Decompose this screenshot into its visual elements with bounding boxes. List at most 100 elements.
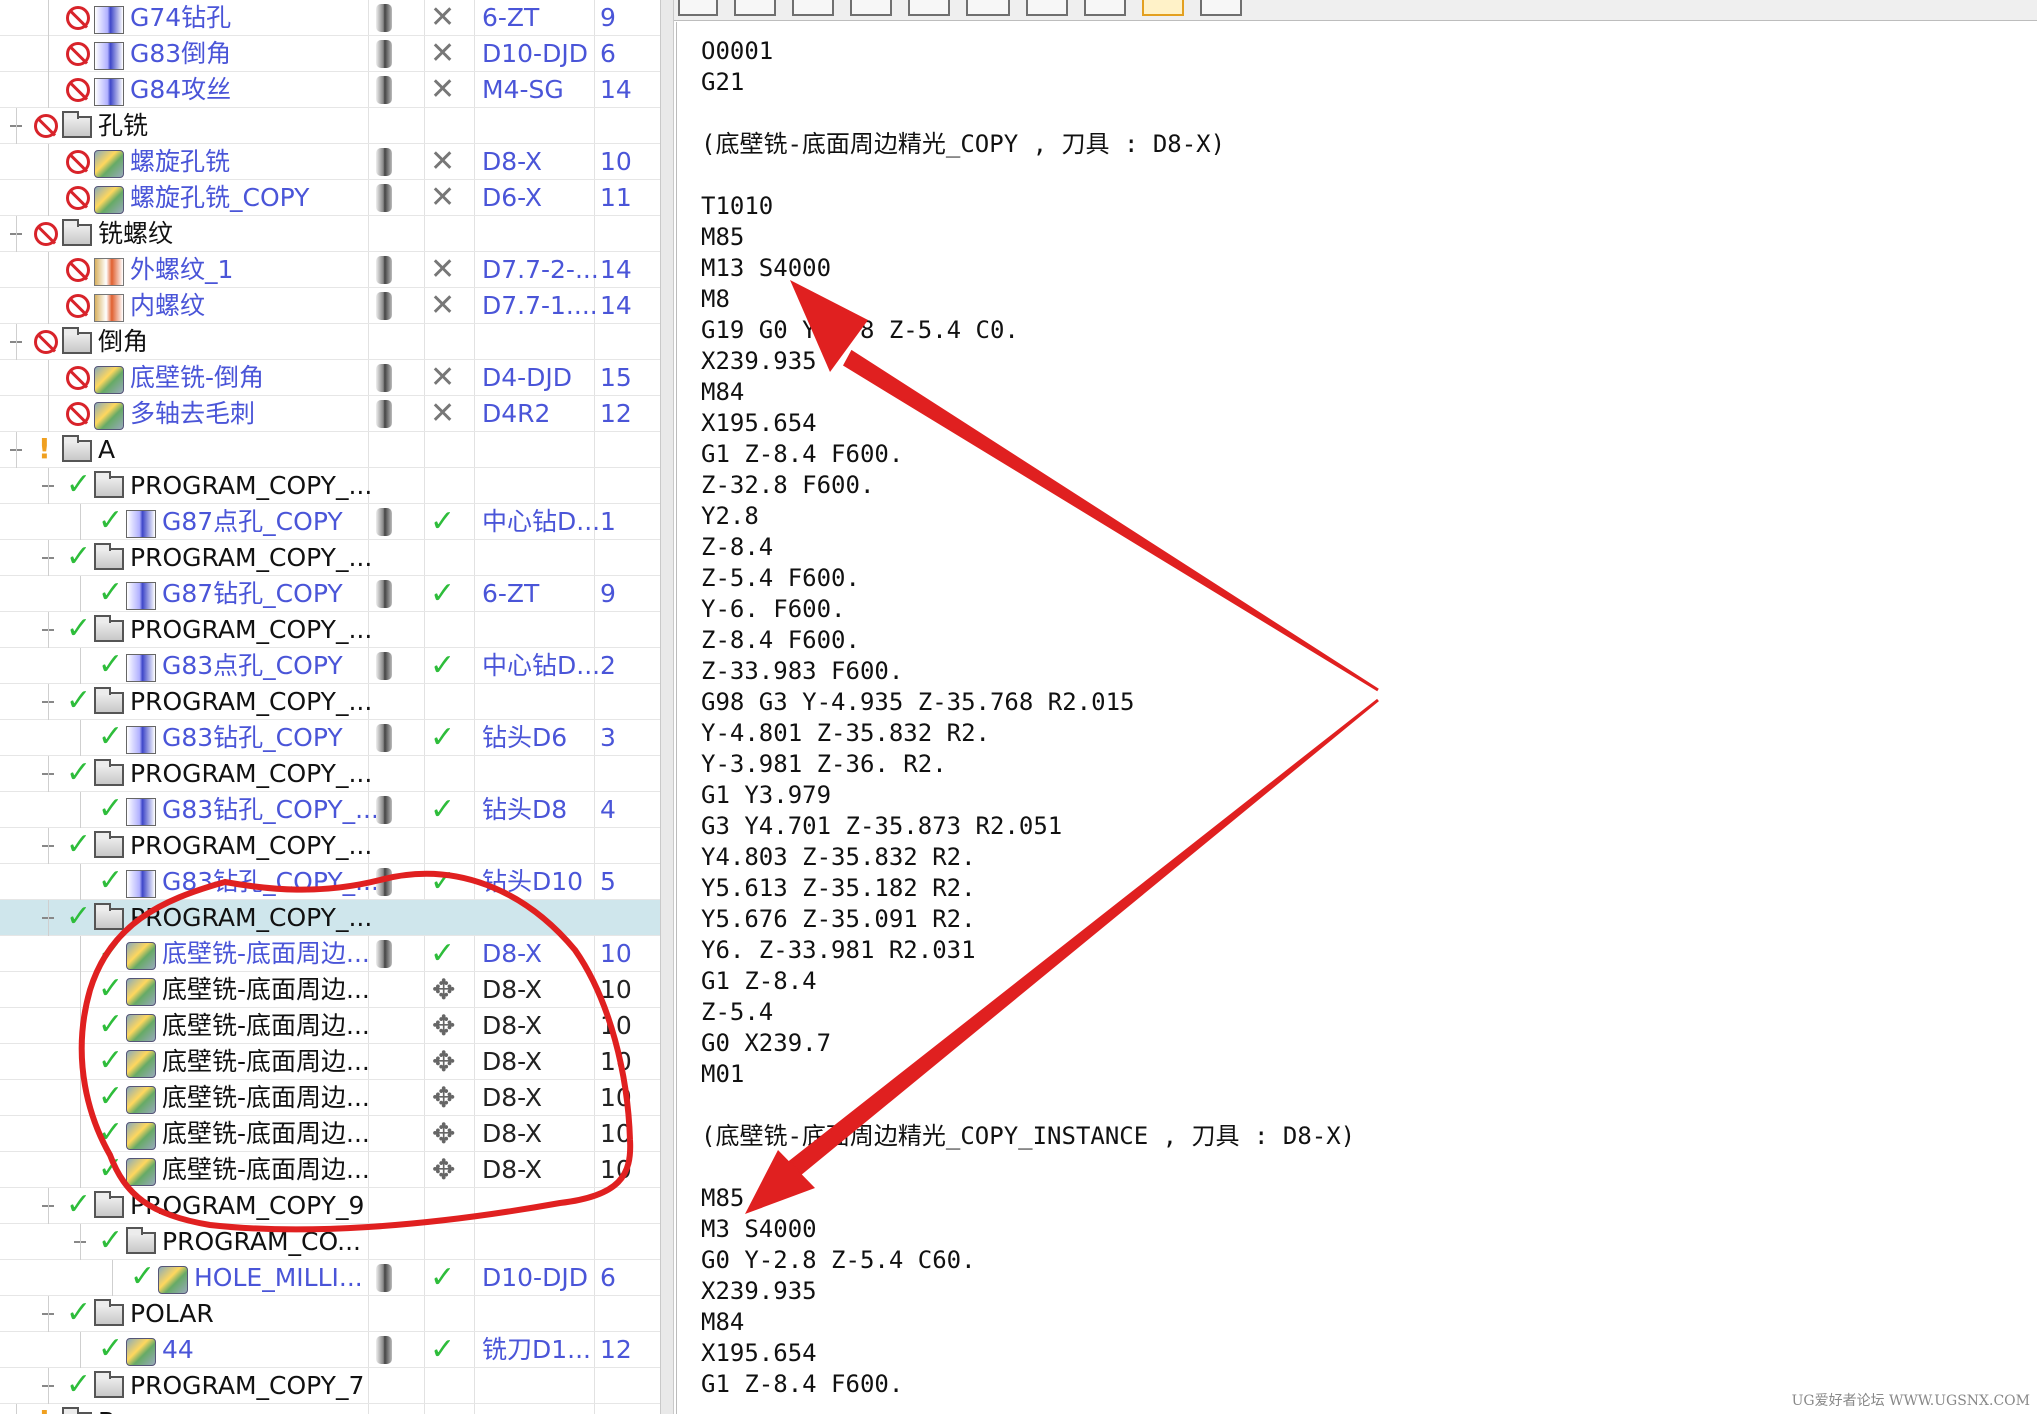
- add-icon[interactable]: [1200, 0, 1242, 16]
- tree-row-name[interactable]: PROGRAM_COPY_...: [130, 468, 372, 504]
- tree-row[interactable]: G74钻孔 ✕ 6-ZT 9: [0, 0, 660, 36]
- tree-row[interactable]: ✓ 底壁铣-底面周边... ✓ D8-X 10: [0, 936, 660, 972]
- tree-row-name[interactable]: 底壁铣-底面周边...: [162, 1080, 370, 1116]
- tree-row[interactable]: ✓ 底壁铣-底面周边... ✥ D8-X 10: [0, 1044, 660, 1080]
- tree-row[interactable]: ! A: [0, 432, 660, 468]
- tree-row-name[interactable]: 底壁铣-底面周边...: [162, 1044, 370, 1080]
- tree-row[interactable]: ✓ PROGRAM_COPY_...: [0, 900, 660, 936]
- tree-row-name[interactable]: PROGRAM_COPY_9: [130, 1188, 364, 1224]
- tree-row-name[interactable]: 内螺纹: [130, 288, 205, 324]
- tree-row-name[interactable]: 44: [162, 1332, 194, 1368]
- tree-row[interactable]: ✓ 底壁铣-底面周边... ✥ D8-X 10: [0, 972, 660, 1008]
- tree-row[interactable]: 螺旋孔铣 ✕ D8-X 10: [0, 144, 660, 180]
- insert-icon[interactable]: [1026, 0, 1068, 16]
- tree-row[interactable]: ✓ 底壁铣-底面周边... ✥ D8-X 10: [0, 1008, 660, 1044]
- tree-row[interactable]: ✓ PROGRAM_CO...: [0, 1224, 660, 1260]
- tree-row[interactable]: ✓ PROGRAM_COPY_...: [0, 684, 660, 720]
- nc-code-listing[interactable]: UG爱好者论坛 WWW.UGSNX.COM O0001 G21 (底壁铣-底面周边精…: [676, 22, 2037, 1414]
- tree-row-name[interactable]: PROGRAM_COPY_...: [130, 900, 372, 936]
- tree-row[interactable]: 铣螺纹: [0, 216, 660, 252]
- tree-row-name[interactable]: 底壁铣-底面周边...: [162, 1008, 370, 1044]
- tree-row-name[interactable]: G83钻孔_COPY: [162, 720, 343, 756]
- tree-row[interactable]: ✓ G83钻孔_COPY_... ✓ 钻头D10 5: [0, 864, 660, 900]
- tree-row-name[interactable]: 底壁铣-底面周边...: [162, 1152, 370, 1188]
- tree-row-name[interactable]: 铣螺纹: [98, 216, 173, 252]
- tree-row[interactable]: ✓ PROGRAM_COPY_7: [0, 1368, 660, 1404]
- tree-row-name[interactable]: 孔铣: [98, 108, 148, 144]
- complete-check-icon: ✓: [66, 467, 92, 502]
- tree-row[interactable]: G83倒角 ✕ D10-DJD 6: [0, 36, 660, 72]
- tree-row-name[interactable]: HOLE_MILLI...: [194, 1260, 363, 1296]
- tree-row-name[interactable]: 螺旋孔铣: [130, 144, 230, 180]
- tree-row[interactable]: ✓ PROGRAM_COPY_...: [0, 828, 660, 864]
- tree-row[interactable]: ✓ G83钻孔_COPY_... ✓ 钻头D8 4: [0, 792, 660, 828]
- tree-row[interactable]: ✓ PROGRAM_COPY_...: [0, 540, 660, 576]
- tree-row-name[interactable]: 外螺纹_1: [130, 252, 233, 288]
- tree-row-name[interactable]: PROGRAM_COPY_...: [130, 684, 372, 720]
- tree-row-name[interactable]: G74钻孔: [130, 0, 231, 36]
- panel-splitter[interactable]: [660, 0, 674, 1414]
- tree-row-name[interactable]: POLAR: [130, 1296, 214, 1332]
- tree-row-name[interactable]: 底壁铣-倒角: [130, 360, 264, 396]
- panel-icon[interactable]: [908, 0, 950, 16]
- tree-row-name[interactable]: B: [98, 1404, 115, 1414]
- tree-row-name[interactable]: 底壁铣-底面周边...: [162, 1116, 370, 1152]
- tree-row[interactable]: ✓ G87点孔_COPY ✓ 中心钻D... 1: [0, 504, 660, 540]
- tree-row-name[interactable]: PROGRAM_CO...: [162, 1224, 361, 1260]
- save-icon[interactable]: [734, 0, 776, 16]
- complete-check-icon: ✓: [98, 575, 124, 610]
- tree-row[interactable]: ✓ 底壁铣-底面周边... ✥ D8-X 10: [0, 1116, 660, 1152]
- tree-row[interactable]: ✓ POLAR: [0, 1296, 660, 1332]
- tree-row[interactable]: 多轴去毛刺 ✕ D4R2 12: [0, 396, 660, 432]
- tree-row-name[interactable]: G84攻丝: [130, 72, 231, 108]
- tree-row-name[interactable]: PROGRAM_COPY_...: [130, 612, 372, 648]
- tree-row-name[interactable]: 多轴去毛刺: [130, 396, 255, 432]
- tree-row-name[interactable]: A: [98, 432, 115, 468]
- tree-row[interactable]: ✓ G83点孔_COPY ✓ 中心钻D... 2: [0, 648, 660, 684]
- tool-name: D8-X: [482, 147, 543, 176]
- tree-row[interactable]: 孔铣: [0, 108, 660, 144]
- tree-row[interactable]: 内螺纹 ✕ D7.7-1.... 14: [0, 288, 660, 324]
- attach-icon[interactable]: [792, 0, 834, 16]
- tree-row-name[interactable]: G83钻孔_COPY_...: [162, 864, 379, 900]
- tree-row-name[interactable]: G83点孔_COPY: [162, 648, 343, 684]
- copy-icon[interactable]: [850, 0, 892, 16]
- mill-operation-icon: [126, 1086, 156, 1114]
- tree-row[interactable]: G84攻丝 ✕ M4-SG 14: [0, 72, 660, 108]
- nc-code-line: Y5.613 Z-35.182 R2.: [701, 874, 976, 902]
- tree-row[interactable]: 螺旋孔铣_COPY ✕ D6-X 11: [0, 180, 660, 216]
- tree-row-name[interactable]: PROGRAM_COPY_...: [130, 540, 372, 576]
- tree-row-name[interactable]: G87钻孔_COPY: [162, 576, 343, 612]
- tree-row-name[interactable]: 倒角: [98, 324, 148, 360]
- tree-row-name[interactable]: PROGRAM_COPY_7: [130, 1368, 364, 1404]
- tree-row-name[interactable]: G83钻孔_COPY_...: [162, 792, 379, 828]
- mill-operation-icon: [126, 1158, 156, 1186]
- tree-row[interactable]: ✓ 底壁铣-底面周边... ✥ D8-X 10: [0, 1152, 660, 1188]
- tool-name: D4-DJD: [482, 363, 573, 392]
- tree-row-name[interactable]: 螺旋孔铣_COPY: [130, 180, 309, 216]
- tree-row[interactable]: ✓ G83钻孔_COPY ✓ 钻头D6 3: [0, 720, 660, 756]
- tree-row[interactable]: ✓ PROGRAM_COPY_...: [0, 612, 660, 648]
- tree-row-name[interactable]: G83倒角: [130, 36, 231, 72]
- tree-row[interactable]: 倒角: [0, 324, 660, 360]
- tree-row[interactable]: 外螺纹_1 ✕ D7.7-2-... 14: [0, 252, 660, 288]
- tree-row[interactable]: ✓ 44 ✓ 铣刀D1... 12: [0, 1332, 660, 1368]
- tree-row[interactable]: !B: [0, 1404, 660, 1414]
- tree-row-name[interactable]: 底壁铣-底面周边...: [162, 936, 370, 972]
- tree-row[interactable]: ✓ HOLE_MILLI... ✓ D10-DJD 6: [0, 1260, 660, 1296]
- edit-icon[interactable]: [678, 0, 718, 16]
- layout-icon[interactable]: [1084, 0, 1126, 16]
- tree-row[interactable]: ✓ PROGRAM_COPY_...: [0, 756, 660, 792]
- wrap-icon[interactable]: [1142, 0, 1184, 16]
- tree-row-name[interactable]: PROGRAM_COPY_...: [130, 756, 372, 792]
- tree-row[interactable]: ✓ G87钻孔_COPY ✓ 6-ZT 9: [0, 576, 660, 612]
- tree-row-name[interactable]: PROGRAM_COPY_...: [130, 828, 372, 864]
- tree-row[interactable]: 底壁铣-倒角 ✕ D4-DJD 15: [0, 360, 660, 396]
- tree-row[interactable]: ✓ 底壁铣-底面周边... ✥ D8-X 10: [0, 1080, 660, 1116]
- tool-number: 14: [600, 291, 632, 320]
- tree-row-name[interactable]: G87点孔_COPY: [162, 504, 343, 540]
- cut-icon[interactable]: [966, 0, 1010, 16]
- tree-row[interactable]: ✓ PROGRAM_COPY_...: [0, 468, 660, 504]
- tree-row-name[interactable]: 底壁铣-底面周边...: [162, 972, 370, 1008]
- tree-row[interactable]: ✓ PROGRAM_COPY_9: [0, 1188, 660, 1224]
